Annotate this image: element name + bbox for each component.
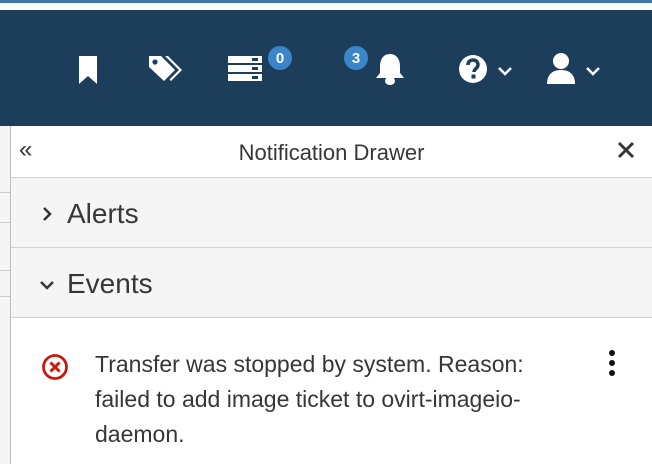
- alerts-section-label: Alerts: [67, 198, 139, 229]
- chevron-down-icon: [498, 67, 512, 76]
- tasks-button[interactable]: 0: [226, 46, 296, 86]
- event-list-item: Transfer was stopped by system. Reason: …: [11, 320, 652, 464]
- top-accent-line: [0, 0, 652, 3]
- drawer-title: Notification Drawer: [238, 140, 425, 165]
- notification-drawer: « Notification Drawer Alerts Events Tran…: [10, 126, 652, 464]
- events-section-label: Events: [67, 268, 153, 299]
- user-menu-button[interactable]: [544, 50, 608, 88]
- chevron-down-icon: [40, 281, 54, 290]
- top-strip: [0, 0, 652, 10]
- tags-icon: [149, 56, 182, 81]
- events-section-toggle[interactable]: Events: [11, 248, 652, 318]
- event-actions-kebab-icon[interactable]: [602, 350, 622, 382]
- event-message: Transfer was stopped by system. Reason: …: [95, 351, 524, 447]
- chevron-right-icon: [43, 207, 52, 221]
- masthead-navbar: 0 3: [0, 10, 652, 126]
- tasks-count-badge: 0: [268, 46, 292, 70]
- notifications-count-badge: 3: [344, 46, 368, 70]
- error-circle-icon: [42, 354, 68, 380]
- bookmark-icon: [79, 56, 97, 84]
- drawer-header: « Notification Drawer: [11, 126, 652, 178]
- close-icon: [617, 141, 635, 159]
- background-page-edge: [0, 126, 10, 464]
- bell-icon: [376, 54, 404, 85]
- close-drawer-button[interactable]: [612, 136, 640, 164]
- help-menu-button[interactable]: [456, 52, 520, 86]
- notifications-button[interactable]: 3: [344, 46, 408, 86]
- bookmarks-button[interactable]: [72, 54, 104, 86]
- chevron-down-icon: [586, 67, 600, 76]
- tags-button[interactable]: [144, 52, 186, 86]
- tasks-icon: [228, 56, 262, 81]
- user-icon: [547, 53, 575, 84]
- alerts-section-toggle[interactable]: Alerts: [11, 178, 652, 248]
- help-icon: [459, 55, 487, 83]
